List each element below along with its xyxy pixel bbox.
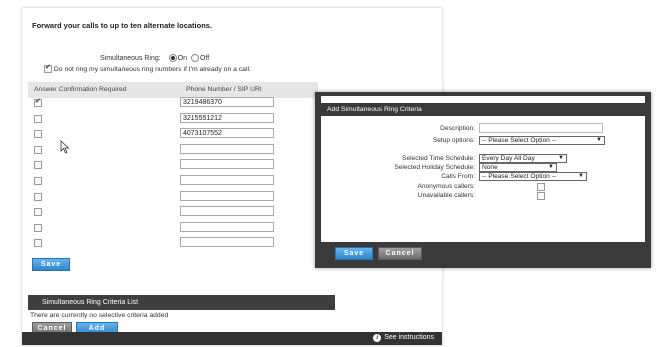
row-6-confirmation-checkbox[interactable] (34, 177, 42, 185)
radio-off[interactable] (190, 54, 199, 62)
description-label: Description: (440, 125, 475, 132)
info-icon: i (373, 334, 382, 342)
row-3-phone-input[interactable]: 4073107552 (180, 128, 274, 139)
row-9-confirmation-checkbox[interactable] (34, 223, 42, 232)
time-schedule-select[interactable]: Every Day All Day ▼ (479, 154, 567, 163)
row-10-confirmation-checkbox[interactable] (34, 239, 42, 248)
setup-options-value: -- Please Select Option -- (482, 137, 557, 144)
footer-bar: i See instructions (22, 332, 442, 345)
dialog-title: Add Simultaneous Ring Criteria (327, 106, 422, 113)
chevron-down-icon: ▼ (558, 155, 564, 161)
row-4-confirmation-checkbox[interactable] (34, 145, 42, 154)
do-not-ring-checkbox[interactable] (44, 63, 52, 73)
chevron-down-icon: ▼ (578, 173, 584, 179)
dialog-top-strip (321, 96, 645, 103)
mouse-cursor-icon (60, 140, 70, 154)
holiday-schedule-select[interactable]: None ▼ (479, 163, 557, 172)
row-2-confirmation-checkbox[interactable] (34, 114, 42, 123)
row-7-phone-input[interactable] (180, 190, 274, 201)
calls-from-label: Calls From: (441, 173, 475, 180)
radio-off-label: Off (199, 54, 210, 62)
add-criteria-dialog: Add Simultaneous Ring Criteria Descripti… (315, 92, 651, 268)
col-answer-confirmation: Answer Confirmation Required (34, 86, 127, 93)
calls-from-select[interactable]: -- Please Select Option -- ▼ (479, 172, 587, 181)
setup-options-select[interactable]: -- Please Select Option -- ▼ (479, 136, 605, 145)
criteria-list-title: Simultaneous Ring Criteria List (42, 299, 139, 306)
row-8-confirmation-checkbox[interactable] (34, 208, 42, 217)
do-not-ring-row: Do not ring my simultaneous ring numbers… (44, 63, 251, 73)
chevron-down-icon: ▼ (596, 137, 602, 143)
unavailable-callers-checkbox[interactable] (537, 192, 545, 200)
page-heading: Forward your calls to up to ten alternat… (32, 21, 213, 30)
time-schedule-label: Selected Time Schedule: (402, 155, 475, 162)
row-7-confirmation-checkbox[interactable] (34, 192, 42, 201)
anonymous-callers-checkbox[interactable] (537, 183, 545, 191)
anonymous-callers-label: Anonymous callers: (417, 183, 475, 190)
dialog-body: Description: Setup options: -- Please Se… (321, 116, 645, 242)
setup-options-label: Setup options: (432, 137, 475, 144)
dialog-save-button[interactable]: Save (335, 247, 373, 260)
row-6-phone-input[interactable] (180, 175, 274, 185)
save-button[interactable]: Save (32, 258, 70, 271)
row-5-confirmation-checkbox[interactable] (34, 161, 42, 170)
dialog-cancel-button[interactable]: Cancel (378, 247, 422, 260)
row-3-confirmation-checkbox[interactable] (34, 130, 42, 139)
no-criteria-text: There are currently no selective criteri… (30, 312, 169, 319)
row-1-phone-input[interactable]: 3219486370 (180, 97, 274, 107)
holiday-schedule-label: Selected Holiday Schedule: (394, 164, 475, 171)
row-9-phone-input[interactable] (180, 221, 274, 232)
col-phone-number: Phone Number / SIP URI (186, 86, 262, 93)
see-instructions-label: See instructions (384, 334, 434, 341)
see-instructions-link[interactable]: i See instructions (373, 334, 434, 342)
row-5-phone-input[interactable] (180, 159, 274, 170)
do-not-ring-label: Do not ring my simultaneous ring numbers… (53, 65, 251, 73)
table-header: Answer Confirmation Required Phone Numbe… (28, 82, 318, 98)
row-4-phone-input[interactable] (180, 143, 274, 154)
radio-on-label: On (177, 54, 187, 62)
row-8-phone-input[interactable] (180, 206, 274, 217)
description-input[interactable] (479, 123, 603, 133)
chevron-down-icon: ▼ (548, 164, 554, 170)
row-10-phone-input[interactable] (180, 237, 274, 248)
dialog-title-bar: Add Simultaneous Ring Criteria (321, 103, 645, 116)
calls-from-value: -- Please Select Option -- (482, 173, 557, 180)
time-schedule-value: Every Day All Day (482, 155, 535, 162)
unavailable-callers-label: Unavailable callers: (417, 192, 475, 199)
simultaneous-ring-row: Simultaneous Ring: On Off (100, 54, 209, 62)
radio-on[interactable] (168, 54, 177, 62)
dialog-button-area: Save Cancel (321, 242, 645, 262)
row-2-phone-input[interactable]: 3215551212 (180, 112, 274, 123)
holiday-schedule-value: None (482, 164, 498, 171)
criteria-list-header: Simultaneous Ring Criteria List (28, 295, 335, 310)
simultaneous-ring-label: Simultaneous Ring: (100, 54, 161, 62)
row-1-confirmation-checkbox[interactable] (34, 97, 42, 107)
